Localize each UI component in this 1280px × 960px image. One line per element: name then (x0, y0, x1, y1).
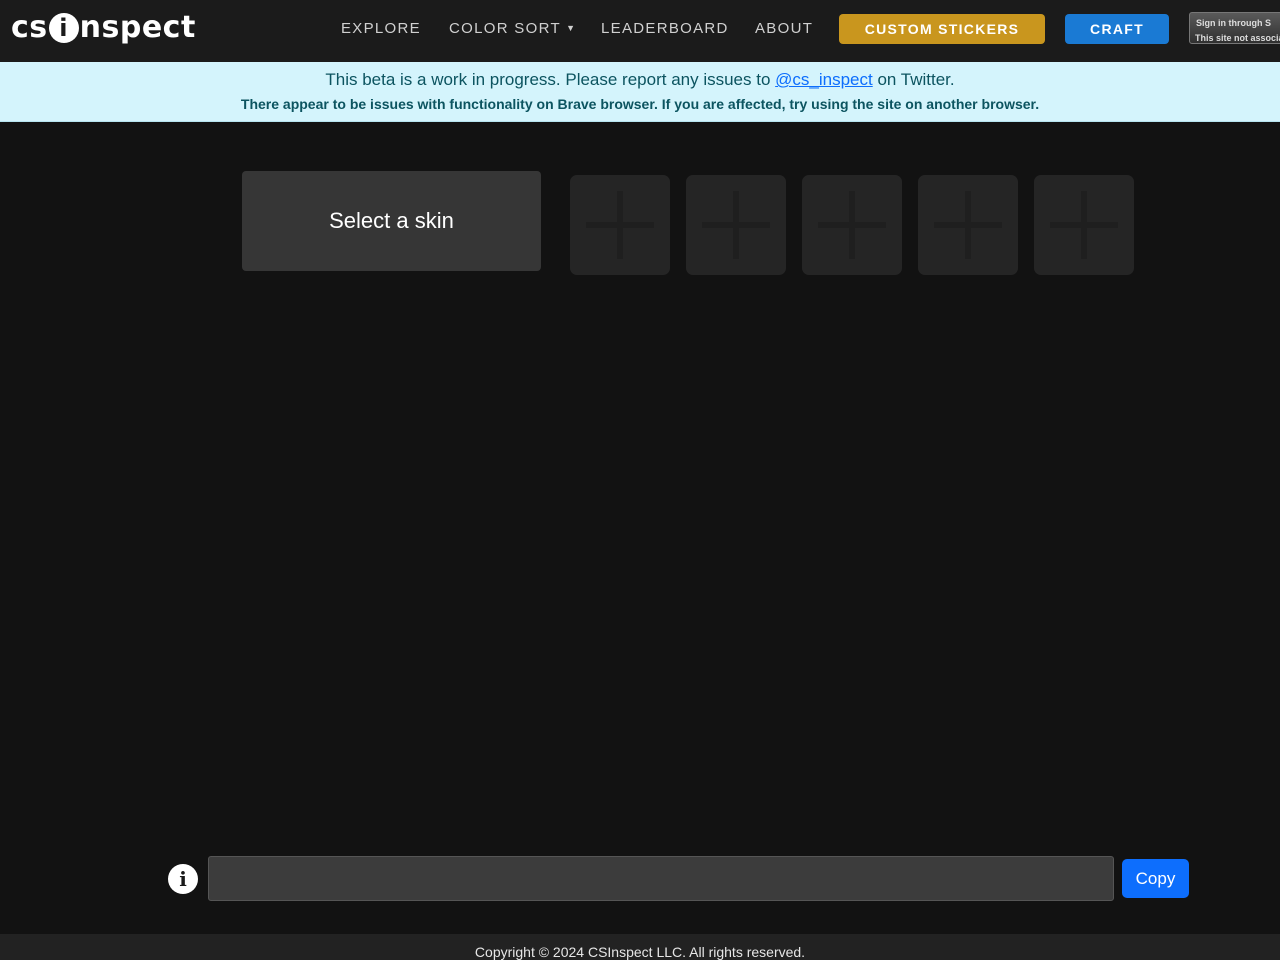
inspect-command-input[interactable] (208, 856, 1114, 901)
sticker-slot-2-plus-icon[interactable] (686, 175, 786, 275)
beta-message: This beta is a work in progress. Please … (0, 70, 1280, 90)
craft-button[interactable]: CRAFT (1065, 14, 1169, 44)
steam-sign-in-button[interactable]: Sign in through S This site not associat (1189, 12, 1280, 44)
info-logo-icon: i (48, 12, 79, 43)
nav-about[interactable]: ABOUT (755, 20, 813, 37)
twitter-link[interactable]: @cs_inspect (775, 70, 873, 89)
logo-text: cs (11, 10, 48, 45)
custom-stickers-button[interactable]: CUSTOM STICKERS (839, 14, 1045, 44)
navbar: cs i nspect EXPLORE COLOR SORT ▼ LEADERBOA… (0, 0, 1280, 62)
select-skin-button[interactable]: Select a skin (242, 171, 541, 271)
steam-disclaimer: This site not associat (1195, 33, 1280, 43)
beta-text: This beta is a work in progress. Please … (325, 70, 776, 89)
brave-warning: There appear to be issues with functiona… (240, 96, 1040, 112)
nav-leaderboard[interactable]: LEADERBOARD (601, 20, 729, 37)
beta-text-end: on Twitter. (872, 70, 955, 89)
caret-down-icon: ▼ (566, 23, 577, 33)
sticker-slot-1-plus-icon[interactable] (570, 175, 670, 275)
steam-sign-in-label: Sign in through S (1196, 18, 1271, 28)
sticker-slot-4-plus-icon[interactable] (918, 175, 1018, 275)
sticker-slot-3-plus-icon[interactable] (802, 175, 902, 275)
copy-button[interactable]: Copy (1122, 859, 1189, 898)
beta-banner: This beta is a work in progress. Please … (0, 62, 1280, 122)
info-icon[interactable]: i (168, 864, 198, 894)
nav-color-sort[interactable]: COLOR SORT ▼ (449, 20, 576, 37)
logo[interactable]: cs i nspect (11, 10, 196, 45)
sticker-slot-5-plus-icon[interactable] (1034, 175, 1134, 275)
logo-text: nspect (79, 10, 196, 45)
footer-copyright: Copyright © 2024 CSInspect LLC. All righ… (0, 934, 1280, 960)
nav-explore[interactable]: EXPLORE (341, 20, 421, 37)
nav-color-sort-label: COLOR SORT (449, 20, 561, 37)
